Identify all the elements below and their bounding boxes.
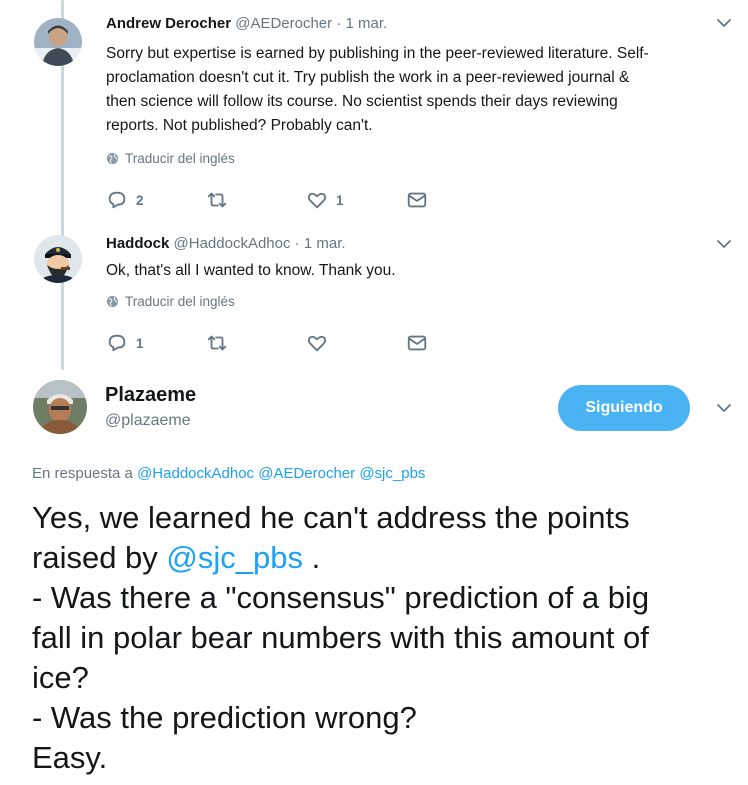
reply-button[interactable]: 2	[106, 189, 206, 211]
message-button[interactable]	[406, 189, 506, 211]
chevron-down-icon[interactable]	[716, 236, 732, 252]
globe-icon	[106, 295, 119, 308]
tweet-text-line: proclamation doesn't cut it. Try publish…	[106, 69, 630, 86]
chevron-down-icon[interactable]	[716, 15, 732, 31]
tweet-andrew-derocher[interactable]: Andrew Derocher @AEDerocher · 1 mar. Sor…	[0, 0, 748, 222]
user-handle[interactable]: @plazaeme	[105, 412, 191, 430]
retweet-icon	[207, 192, 227, 208]
tweet-text-line: reports. Not published? Probably can't.	[106, 117, 373, 134]
avatar[interactable]	[33, 380, 87, 434]
like-button[interactable]: 1	[306, 189, 406, 211]
tweet-haddock[interactable]: Haddock @HaddockAdhoc · 1 mar. Ok, that'…	[0, 222, 748, 370]
like-icon	[307, 192, 327, 209]
reply-icon	[108, 191, 126, 209]
like-count: 1	[336, 192, 344, 208]
mention-link[interactable]: @sjc_pbs	[359, 465, 425, 482]
retweet-icon	[207, 335, 227, 351]
mention-link[interactable]: @sjc_pbs	[166, 540, 303, 575]
avatar[interactable]	[34, 235, 82, 283]
reply-context: En respuesta a @HaddockAdhoc @AEDerocher…	[32, 465, 425, 482]
translate-link[interactable]: Traducir del inglés	[106, 151, 235, 166]
display-name[interactable]: Haddock	[106, 235, 169, 252]
reply-button[interactable]: 1	[106, 332, 206, 354]
tweet-text-line: ice?	[32, 660, 89, 695]
mention-link[interactable]: @AEDerocher	[258, 465, 355, 482]
like-button[interactable]	[306, 332, 406, 354]
text-segment: raised by	[32, 540, 167, 575]
timestamp[interactable]: 1 mar.	[346, 15, 388, 32]
display-name[interactable]: Plazaeme	[105, 384, 196, 407]
user-handle[interactable]: @AEDerocher	[235, 15, 332, 32]
text-segment: .	[303, 540, 321, 575]
tweet-text-line: - Was there a "consensus" prediction of …	[32, 580, 650, 615]
following-button[interactable]: Siguiendo	[558, 385, 690, 431]
mention-link[interactable]: @HaddockAdhoc	[137, 465, 254, 482]
display-name[interactable]: Andrew Derocher	[106, 15, 231, 32]
main-tweet-text: Yes, we learned he can't address the poi…	[32, 498, 742, 778]
message-icon	[407, 335, 427, 351]
tweet-header: Haddock @HaddockAdhoc · 1 mar.	[106, 234, 346, 254]
tweet-text: Ok, that's all I wanted to know. Thank y…	[106, 259, 716, 283]
tweet-actions: 1	[106, 331, 506, 355]
tweet-text-line: then science will follow its course. No …	[106, 93, 618, 110]
translate-label: Traducir del inglés	[125, 151, 235, 166]
tweet-header: Andrew Derocher @AEDerocher · 1 mar.	[106, 14, 387, 34]
reply-count: 1	[136, 335, 144, 351]
separator: ·	[336, 15, 342, 32]
message-button[interactable]	[406, 332, 506, 354]
translate-label: Traducir del inglés	[125, 294, 235, 309]
reply-icon	[108, 334, 126, 352]
tweet-actions: 2 1	[106, 188, 506, 212]
chevron-down-icon[interactable]	[716, 400, 732, 416]
retweet-button[interactable]	[206, 189, 306, 211]
reply-prefix: En respuesta a	[32, 465, 133, 482]
message-icon	[407, 192, 427, 208]
tweet-text-line: Yes, we learned he can't address the poi…	[32, 500, 630, 535]
timestamp[interactable]: 1 mar.	[304, 235, 346, 252]
tweet-text-line: - Was the prediction wrong?	[32, 700, 417, 735]
retweet-button[interactable]	[206, 332, 306, 354]
tweet-text-line: fall in polar bear numbers with this amo…	[32, 620, 649, 655]
tweet-text: Sorry but expertise is earned by publish…	[106, 42, 716, 138]
tweet-text-line: Ok, that's all I wanted to know. Thank y…	[106, 262, 396, 279]
tweet-text-line: Sorry but expertise is earned by publish…	[106, 45, 649, 62]
globe-icon	[106, 152, 119, 165]
like-icon	[307, 335, 327, 352]
user-handle[interactable]: @HaddockAdhoc	[174, 235, 291, 252]
separator: ·	[294, 235, 300, 252]
avatar[interactable]	[34, 18, 82, 66]
tweet-text-line: raised by @sjc_pbs .	[32, 538, 742, 578]
tweet-text-line: Easy.	[32, 740, 108, 775]
translate-link[interactable]: Traducir del inglés	[106, 294, 235, 309]
reply-count: 2	[136, 192, 144, 208]
